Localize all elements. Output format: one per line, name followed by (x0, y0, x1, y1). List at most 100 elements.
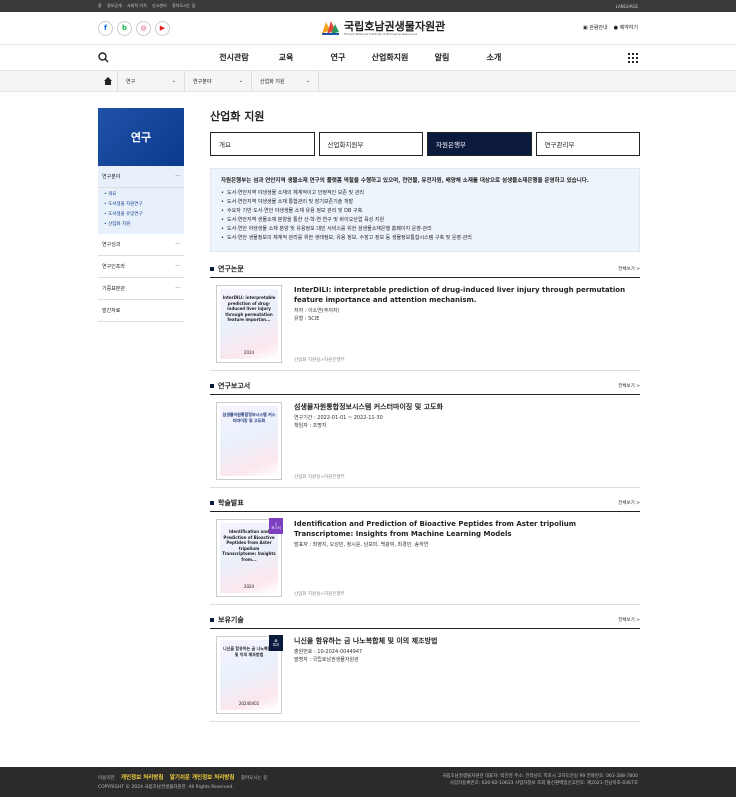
list-item[interactable]: Identification and Prediction of Bioacti… (210, 512, 640, 605)
item-meta: 책임자 : 조명지 (294, 422, 327, 429)
header-right-links: ▣ 관람안내 ● 예약하기 (583, 24, 638, 31)
utility-links: 홈 정보공개 사회적 가치 신고센터 찾아오시는 길 (98, 3, 199, 9)
section-title: 연구논문 (210, 264, 244, 274)
instagram-icon[interactable]: ◎ (136, 20, 151, 36)
sidebar-sub-label: 산업화 지원 (108, 222, 131, 227)
footer-link-privacy[interactable]: 개인정보 처리방침 (121, 775, 163, 781)
tab-industry-support[interactable]: 산업화지원부 (318, 132, 423, 156)
footer-link-easy-privacy[interactable]: 알기쉬운 개인정보 처리방침 (170, 775, 235, 781)
sidebar-item-label: 연구성과 (102, 242, 121, 248)
sidebar-item-label: 기증표본관 (102, 286, 126, 292)
breadcrumb-depth3[interactable]: 산업화 지원 ⌄ (252, 70, 319, 92)
tab-overview[interactable]: 개요 (210, 132, 315, 156)
gnb-item-research[interactable]: 연구 (312, 52, 364, 63)
more-dots-icon: ··· (175, 263, 180, 269)
section-header: 연구보고서 전체보기 > (210, 381, 640, 395)
utility-link-home[interactable]: 홈 (98, 3, 102, 8)
main-content: 산업화 지원 개요 산업화지원부 자원은행부 연구관리부 자원은행부는 섬과 연… (210, 108, 640, 732)
section-header: 보유기술 전체보기 > (210, 615, 640, 629)
thumbnail: 니신을 함유하는 금 나노복합체 및 이의 제조방법 20240402 ✪ 특허 (216, 635, 283, 714)
utility-bar: 홈 정보공개 사회적 가치 신고센터 찾아오시는 길 LANGUAGE (0, 0, 736, 12)
view-all-link[interactable]: 전체보기 > (618, 383, 640, 389)
copyright: COPYRIGHT © 2024 국립호남권생물자원관. All Rights … (98, 785, 234, 790)
footer-link-directions[interactable]: 찾아오시는 길 (241, 776, 267, 781)
sidebar-item-donation[interactable]: 기증표본관 ··· (98, 278, 184, 300)
view-all-link[interactable]: 전체보기 > (618, 500, 640, 506)
breadcrumb-depth2-label: 연구분야 (193, 78, 212, 85)
breadcrumb-depth1-label: 연구 (126, 78, 136, 85)
intro-lead: 자원은행부는 섬과 연안지역 생물소재 연구의 플랫폼 역할을 수행하고 있으며… (221, 178, 589, 184)
intro-item: 수요자 기반 도서·연안 야생생물 소재 유용 정보 관리 및 DB 구축 (221, 207, 629, 216)
utility-link-report[interactable]: 신고센터 (152, 3, 167, 8)
list-item[interactable]: InterDILI: interpretable prediction of d… (210, 278, 640, 371)
footer-link-terms[interactable]: 이용약관 (98, 776, 115, 781)
item-title[interactable]: InterDILI: interpretable prediction of d… (294, 285, 634, 305)
tab-bar: 개요 산업화지원부 자원은행부 연구관리부 (210, 132, 640, 156)
gnb-item-notice[interactable]: 알림 (416, 52, 468, 63)
intro-item: 도서·연안지역 야생생물 소재의 체계적이고 안정적인 보존 및 관리 (221, 189, 629, 198)
main-navigation: 전시관람 교육 연구 산업화지원 알림 소개 (0, 45, 736, 71)
intro-item: 도서·연안지역 야생생물 소재 통합관리 및 장기보존기술 개발 (221, 198, 629, 207)
youtube-icon[interactable]: ▶ (155, 20, 170, 36)
utility-link-directions[interactable]: 찾아오시는 길 (172, 3, 195, 8)
gnb-menu: 전시관람 교육 연구 산업화지원 알림 소개 (208, 52, 520, 63)
breadcrumb-depth2[interactable]: 연구분야 ⌄ (185, 70, 252, 92)
poster-badge: ♫ 포스터 (269, 518, 283, 534)
item-meta: 유형 : SCIE (294, 315, 320, 322)
home-icon[interactable] (98, 70, 118, 92)
gnb-item-about[interactable]: 소개 (468, 52, 520, 63)
view-all-link[interactable]: 전체보기 > (618, 266, 640, 272)
sidebar-item-label: 연구분야 (102, 174, 121, 180)
site-logo[interactable]: 국립호남권생물자원관 Honam National Institute of B… (320, 18, 445, 38)
view-all-link[interactable]: 전체보기 > (618, 617, 640, 623)
gnb-item-industry-support[interactable]: 산업화지원 (364, 52, 416, 63)
chevron-down-icon: ⌄ (238, 78, 243, 84)
site-footer: 이용약관 개인정보 처리방침 알기쉬운 개인정보 처리방침 찾아오시는 길 CO… (0, 767, 736, 797)
breadcrumb-depth1[interactable]: 연구 ⌄ (118, 70, 185, 92)
sns-links: f b ◎ ▶ (98, 20, 170, 36)
all-menu-icon[interactable] (628, 52, 638, 63)
item-title[interactable]: 섬생물자원통합정보시스템 커스터마이징 및 고도화 (294, 402, 634, 412)
sidebar-sub-island-resources[interactable]: • 도서생물 자원연구 (104, 200, 178, 210)
list-item[interactable]: 섬생물자원통합정보시스템 커스터마이징 및 고도화 섬생물자원통합정보시스템 커… (210, 395, 640, 488)
reservation-label: 예약하기 (619, 25, 638, 31)
footer-address: 국립호남권생물자원관 대표자: 박진영 주소: 전라남도 목포시 고하도안길 9… (442, 774, 638, 779)
list-item[interactable]: 니신을 함유하는 금 나노복합체 및 이의 제조방법 20240402 ✪ 특허 니… (210, 629, 640, 722)
visit-guide-link[interactable]: ▣ 관람안내 (583, 24, 608, 31)
facebook-icon[interactable]: f (98, 20, 113, 36)
item-title[interactable]: Identification and Prediction of Bioacti… (294, 519, 634, 539)
gnb-item-education[interactable]: 교육 (260, 52, 312, 63)
sidebar-sub-island-promising[interactable]: • 도서생물 유망연구 (104, 210, 178, 220)
reservation-link[interactable]: ● 예약하기 (614, 24, 638, 31)
tab-research-management[interactable]: 연구관리부 (535, 132, 640, 156)
sidebar-sub-label: 도서생물 유망연구 (108, 212, 143, 217)
search-icon[interactable] (98, 52, 109, 63)
language-selector[interactable]: LANGUAGE (616, 4, 638, 9)
intro-box: 자원은행부는 섬과 연안지역 생물소재 연구의 플랫폼 역할을 수행하고 있으며… (210, 168, 640, 252)
tab-resource-bank[interactable]: 자원은행부 (427, 132, 532, 156)
sidebar-item-research-field[interactable]: 연구분야 ··· (98, 166, 184, 188)
thumbnail-text: InterDILI: interpretable prediction of d… (222, 295, 276, 322)
sidebar-item-publications[interactable]: 발간자료 (98, 300, 184, 322)
sidebar-item-infra[interactable]: 연구인프라 ··· (98, 256, 184, 278)
item-path: 산업화 지원실>자원은행부 (294, 358, 345, 363)
utility-link-disclosure[interactable]: 정보공개 (107, 3, 122, 8)
item-meta: 발명자 : 국립호남권생물자원관 (294, 656, 359, 663)
section-reports: 연구보고서 전체보기 > 섬생물자원통합정보시스템 커스터마이징 및 고도화 섬… (210, 381, 640, 488)
gnb-item-exhibition[interactable]: 전시관람 (208, 52, 260, 63)
blog-icon[interactable]: b (117, 20, 132, 36)
sidebar-sub-label: 개요 (108, 192, 117, 197)
section-title: 연구보고서 (210, 381, 250, 391)
utility-link-social-value[interactable]: 사회적 가치 (127, 3, 147, 8)
page-title: 산업화 지원 (210, 110, 265, 123)
item-path: 산업화 지원실>자원은행부 (294, 592, 345, 597)
sidebar-sub-industry[interactable]: • 산업화 지원 (104, 220, 178, 230)
section-header: 학술발표 전체보기 > (210, 498, 640, 512)
patent-badge: ✪ 특허 (269, 635, 283, 651)
visit-guide-label: 관람안내 (589, 25, 608, 31)
sidebar-sub-overview[interactable]: • 개요 (104, 190, 178, 200)
item-title[interactable]: 니신을 함유하는 금 나노복합체 및 이의 제조방법 (294, 636, 634, 646)
item-meta: 출원번호 : 10-2024-0044947 (294, 649, 363, 655)
sidebar-item-results[interactable]: 연구성과 ··· (98, 234, 184, 256)
thumbnail-year: 2024 (243, 349, 255, 355)
